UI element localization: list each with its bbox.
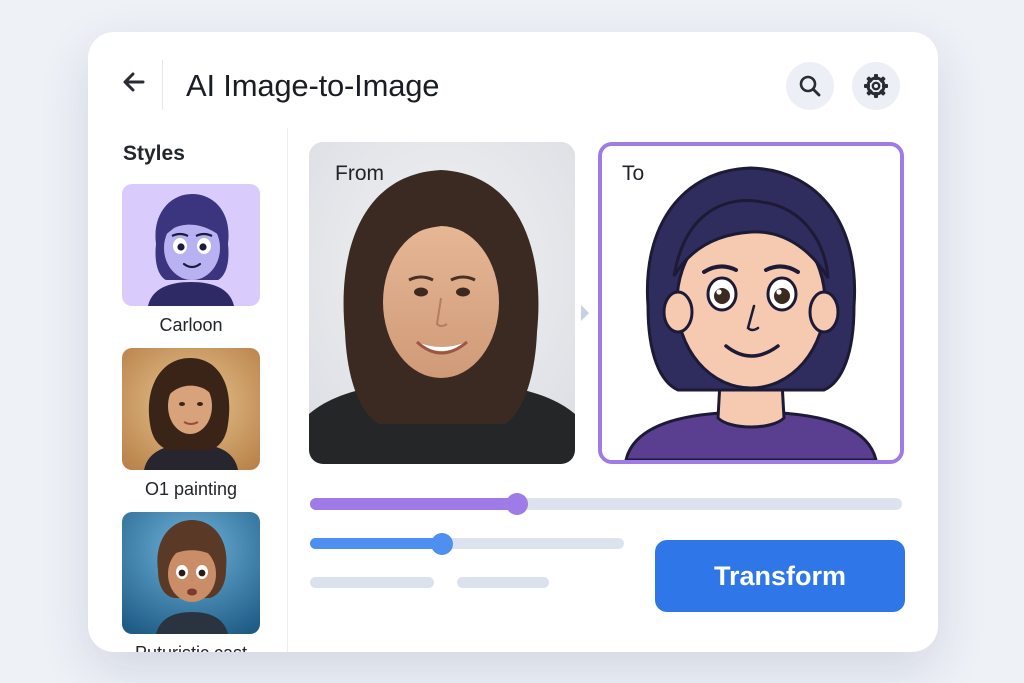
result-cartoon-image <box>602 146 900 460</box>
from-panel: From <box>309 142 575 464</box>
search-button[interactable] <box>786 62 834 110</box>
oil-painting-style-thumbnail <box>122 348 260 470</box>
title-divider <box>162 60 163 110</box>
style-item-futuristic[interactable]: Puturistic cast <box>122 512 260 652</box>
gear-icon <box>864 74 888 98</box>
slider-thumb[interactable] <box>430 532 453 555</box>
to-panel: To <box>598 142 904 464</box>
arrow-left-icon <box>123 72 145 92</box>
style-label: O1 painting <box>144 479 238 499</box>
style-item-oil-painting[interactable]: O1 painting <box>122 348 260 500</box>
to-label: To <box>622 162 645 185</box>
slider-fill <box>310 498 518 510</box>
option-bar <box>457 577 549 588</box>
slider-thumb[interactable] <box>506 493 529 515</box>
header: AI Image-to-Image <box>88 32 938 142</box>
cartoon-style-thumbnail <box>122 184 260 306</box>
transform-button[interactable]: Transform <box>655 540 905 612</box>
chevron-right-icon <box>581 305 589 321</box>
style-label: Carloon <box>159 315 223 335</box>
app-window: AI Image-to-Image Styles Carloon O1 pain… <box>88 32 938 652</box>
from-label: From <box>335 162 384 185</box>
option-bar <box>310 577 434 588</box>
back-button[interactable] <box>116 64 152 100</box>
slider-fill <box>310 538 442 549</box>
detail-slider[interactable] <box>310 532 624 555</box>
strength-slider[interactable] <box>310 493 902 515</box>
styles-sidebar: Styles Carloon O1 painting <box>88 128 288 652</box>
3d-character-style-thumbnail <box>122 512 260 634</box>
style-label: Puturistic cast <box>122 643 260 652</box>
styles-heading: Styles <box>123 142 185 165</box>
source-photo <box>309 142 575 464</box>
search-icon <box>799 75 821 97</box>
settings-button[interactable] <box>852 62 900 110</box>
page-title: AI Image-to-Image <box>186 68 440 103</box>
style-item-cartoon[interactable]: Carloon <box>122 184 260 336</box>
